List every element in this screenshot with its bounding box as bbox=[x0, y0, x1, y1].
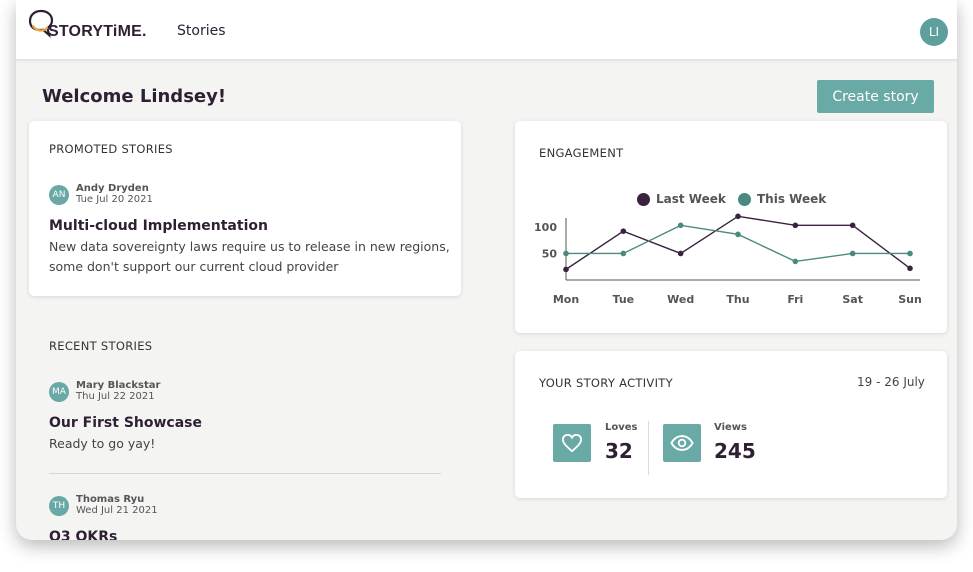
series-line-1 bbox=[566, 224, 910, 263]
create-story-button[interactable]: Create story bbox=[817, 80, 934, 113]
promoted-stories-card: PROMOTED STORIES AN Andy Dryden Tue Jul … bbox=[29, 121, 461, 296]
story-title-link[interactable]: Our First Showcase bbox=[49, 415, 202, 431]
engagement-line-chart: 50 100 Mon Tue Wed Thu Fri Sat Sun bbox=[534, 213, 922, 306]
series-point-0 bbox=[735, 213, 741, 220]
recent-stories-title: RECENT STORIES bbox=[49, 339, 153, 353]
nav-stories-link[interactable]: Stories bbox=[177, 23, 226, 39]
story-body: Ready to go yay! bbox=[49, 436, 156, 451]
eye-icon bbox=[670, 435, 694, 451]
heart-icon bbox=[561, 433, 583, 453]
views-value: 245 bbox=[714, 439, 756, 463]
series-point-0 bbox=[792, 222, 799, 229]
series-point-0 bbox=[907, 265, 913, 272]
user-avatar[interactable]: LI bbox=[920, 18, 948, 46]
y-tick-label: 50 bbox=[542, 247, 558, 260]
story-author: Mary Blackstar bbox=[76, 380, 161, 391]
app-window: STORYTiME. Stories LI Welcome Lindsey! C… bbox=[16, 0, 957, 540]
series-point-0 bbox=[677, 250, 684, 257]
story-title-link[interactable]: Q3 OKRs bbox=[49, 529, 117, 540]
x-tick-label: Fri bbox=[787, 293, 803, 306]
story-divider bbox=[49, 473, 441, 474]
activity-date-range: 19 - 26 July bbox=[857, 375, 925, 389]
y-tick-label: 100 bbox=[534, 221, 557, 234]
series-point-0 bbox=[620, 228, 627, 234]
story-date: Tue Jul 20 2021 bbox=[76, 194, 153, 205]
series-point-1 bbox=[563, 250, 569, 257]
story-body-line-2: some don't support our current cloud pro… bbox=[49, 259, 339, 274]
story-date: Thu Jul 22 2021 bbox=[76, 391, 155, 402]
views-label: Views bbox=[714, 422, 747, 433]
story-author-avatar: TH bbox=[49, 496, 69, 516]
series-point-1 bbox=[907, 250, 913, 257]
x-tick-label: Tue bbox=[613, 293, 635, 306]
stat-separator bbox=[648, 421, 649, 475]
series-point-0 bbox=[563, 266, 569, 273]
series-point-1 bbox=[792, 258, 799, 265]
story-body-line-1: New data sovereignty laws require us to … bbox=[49, 239, 450, 254]
story-title-link[interactable]: Multi-cloud Implementation bbox=[49, 218, 268, 234]
series-point-1 bbox=[620, 250, 627, 257]
engagement-card: ENGAGEMENT Last Week This Week 50 100 Mon Tu… bbox=[515, 121, 947, 333]
top-bar: STORYTiME. Stories LI bbox=[16, 0, 957, 60]
views-icon-box bbox=[663, 424, 701, 462]
loves-label: Loves bbox=[605, 422, 638, 433]
series-line-0 bbox=[565, 215, 911, 270]
x-tick-label: Wed bbox=[667, 293, 694, 306]
story-date: Wed Jul 21 2021 bbox=[76, 505, 158, 516]
loves-value: 32 bbox=[605, 439, 633, 463]
story-author: Andy Dryden bbox=[76, 183, 149, 194]
promoted-stories-title: PROMOTED STORIES bbox=[49, 142, 173, 156]
series-point-1 bbox=[735, 231, 741, 238]
series-point-0 bbox=[849, 222, 856, 229]
page-title: Welcome Lindsey! bbox=[42, 86, 227, 107]
loves-icon-box bbox=[553, 424, 591, 462]
story-author-avatar: AN bbox=[49, 185, 69, 205]
series-point-1 bbox=[849, 250, 856, 257]
story-author-avatar: MA bbox=[49, 382, 69, 402]
x-tick-label: Sun bbox=[898, 293, 922, 306]
x-tick-label: Thu bbox=[726, 293, 749, 306]
x-tick-label: Mon bbox=[553, 293, 579, 306]
storytime-logo[interactable]: STORYTiME. bbox=[28, 9, 146, 43]
logo-text: STORYTiME. bbox=[48, 23, 147, 40]
story-activity-title: YOUR STORY ACTIVITY bbox=[539, 376, 673, 390]
x-tick-label: Sat bbox=[842, 293, 863, 306]
story-author: Thomas Ryu bbox=[76, 494, 145, 505]
story-activity-card: YOUR STORY ACTIVITY 19 - 26 July Loves 3… bbox=[515, 351, 947, 498]
series-point-1 bbox=[677, 222, 684, 229]
